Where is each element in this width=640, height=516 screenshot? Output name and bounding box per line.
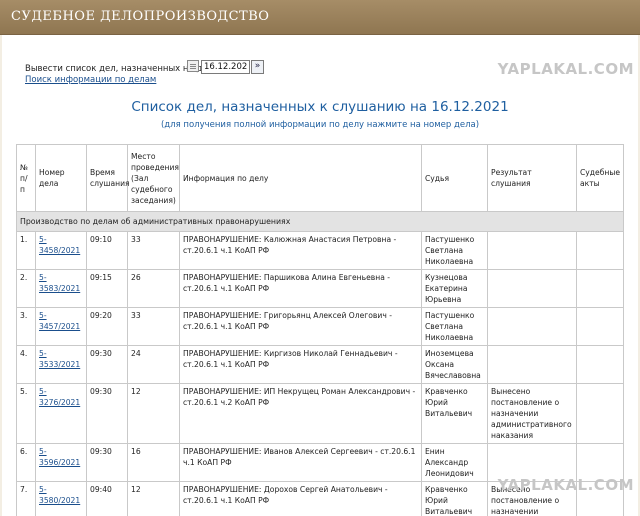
col-result: Результат слушания	[487, 144, 577, 212]
table-header-row: № п/п Номер дела Время слушания Место пр…	[16, 144, 624, 212]
cell-num: 5.	[16, 383, 36, 444]
cell-info: ПРАВОНАРУШЕНИЕ: Григорьянц Алексей Олего…	[179, 307, 422, 346]
col-time: Время слушания	[86, 144, 130, 212]
cell-info: ПРАВОНАРУШЕНИЕ: Дорохов Сергей Анатольев…	[179, 481, 422, 516]
show-list-button[interactable]: »	[251, 60, 264, 74]
page-title: СУДЕБНОЕ ДЕЛОПРОИЗВОДСТВО	[11, 9, 270, 24]
cell-result	[487, 269, 577, 308]
cell-num: 6.	[16, 443, 36, 482]
cell-info: ПРАВОНАРУШЕНИЕ: Киргизов Николай Геннадь…	[179, 345, 422, 384]
cell-result	[487, 345, 577, 384]
table-row: 2. 5-3583/2021 09:15 26 ПРАВОНАРУШЕНИЕ: …	[16, 269, 624, 308]
cell-num: 2.	[16, 269, 36, 308]
col-info: Информация по делу	[179, 144, 422, 212]
cell-acts	[576, 345, 624, 384]
cell-num: 4.	[16, 345, 36, 384]
case-search-link[interactable]: Поиск информации по делам	[25, 75, 156, 85]
cell-num: 1.	[16, 231, 36, 270]
cell-acts	[576, 269, 624, 308]
watermark: YAPLAKAL.COM	[497, 60, 634, 78]
cell-info: ПРАВОНАРУШЕНИЕ: Паршикова Алина Евгеньев…	[179, 269, 422, 308]
cell-place: 33	[127, 231, 180, 270]
col-case-number: Номер дела	[35, 144, 87, 212]
cell-judge: Кузнецова Екатерина Юрьевна	[421, 269, 488, 308]
cell-time: 09:20	[86, 307, 128, 346]
col-num: № п/п	[16, 144, 36, 212]
cell-judge: Кравченко Юрий Витальевич	[421, 383, 488, 444]
table-row: 1. 5-3458/2021 09:10 33 ПРАВОНАРУШЕНИЕ: …	[16, 231, 624, 270]
cell-result: Вынесено постановление о назначении адми…	[487, 383, 577, 444]
content-panel: Вывести список дел, назначенных на дату …	[2, 35, 638, 516]
cell-time: 09:40	[86, 481, 128, 516]
cell-info: ПРАВОНАРУШЕНИЕ: ИП Некрущец Роман Алекса…	[179, 383, 422, 444]
case-number-link[interactable]: 5-3580/2021	[39, 485, 80, 505]
cell-judge: Пастушенко Светлана Николаевна	[421, 231, 488, 270]
table-row: 5. 5-3276/2021 09:30 12 ПРАВОНАРУШЕНИЕ: …	[16, 383, 624, 444]
cell-acts	[576, 307, 624, 346]
case-number-link[interactable]: 5-3458/2021	[39, 235, 80, 255]
cell-acts	[576, 231, 624, 270]
table-row: 4. 5-3533/2021 09:30 24 ПРАВОНАРУШЕНИЕ: …	[16, 345, 624, 384]
cell-time: 09:15	[86, 269, 128, 308]
calendar-icon[interactable]	[187, 60, 199, 72]
cell-place: 16	[127, 443, 180, 482]
cell-num: 3.	[16, 307, 36, 346]
cell-place: 26	[127, 269, 180, 308]
cell-num: 7.	[16, 481, 36, 516]
col-judge: Судья	[421, 144, 488, 212]
list-title: Список дел, назначенных к слушанию на 16…	[131, 99, 509, 115]
cell-result	[487, 307, 577, 346]
section-title: Производство по делам об административны…	[16, 211, 624, 232]
cell-place: 33	[127, 307, 180, 346]
date-input[interactable]	[201, 60, 250, 74]
case-number-link[interactable]: 5-3276/2021	[39, 387, 80, 407]
cell-place: 12	[127, 481, 180, 516]
list-hint: (для получения полной информации по делу…	[160, 120, 480, 130]
case-number-link[interactable]: 5-3583/2021	[39, 273, 80, 293]
cell-judge: Иноземцева Оксана Вячеславовна	[421, 345, 488, 384]
cell-time: 09:30	[86, 383, 128, 444]
case-number-link[interactable]: 5-3533/2021	[39, 349, 80, 369]
cell-judge: Пастушенко Светлана Николаевна	[421, 307, 488, 346]
header-bar: СУДЕБНОЕ ДЕЛОПРОИЗВОДСТВО	[0, 0, 640, 35]
cell-time: 09:10	[86, 231, 128, 270]
cell-judge: Кравченко Юрий Витальевич	[421, 481, 488, 516]
cell-place: 24	[127, 345, 180, 384]
col-place: Место проведения (Зал судебного заседани…	[127, 144, 180, 212]
table-row: 3. 5-3457/2021 09:20 33 ПРАВОНАРУШЕНИЕ: …	[16, 307, 624, 346]
cell-acts	[576, 383, 624, 444]
cell-info: ПРАВОНАРУШЕНИЕ: Иванов Алексей Сергеевич…	[179, 443, 422, 482]
case-number-link[interactable]: 5-3457/2021	[39, 311, 80, 331]
cell-info: ПРАВОНАРУШЕНИЕ: Калюжная Анастасия Петро…	[179, 231, 422, 270]
section-row: Производство по делам об административны…	[16, 211, 624, 232]
cell-time: 09:30	[86, 443, 128, 482]
cases-table: № п/п Номер дела Время слушания Место пр…	[16, 144, 624, 516]
cell-result	[487, 231, 577, 270]
cell-place: 12	[127, 383, 180, 444]
cell-judge: Енин Александр Леонидович	[421, 443, 488, 482]
col-acts: Судебные акты	[576, 144, 624, 212]
case-number-link[interactable]: 5-3596/2021	[39, 447, 80, 467]
watermark: YAPLAKAL.COM	[497, 476, 634, 494]
cell-time: 09:30	[86, 345, 128, 384]
